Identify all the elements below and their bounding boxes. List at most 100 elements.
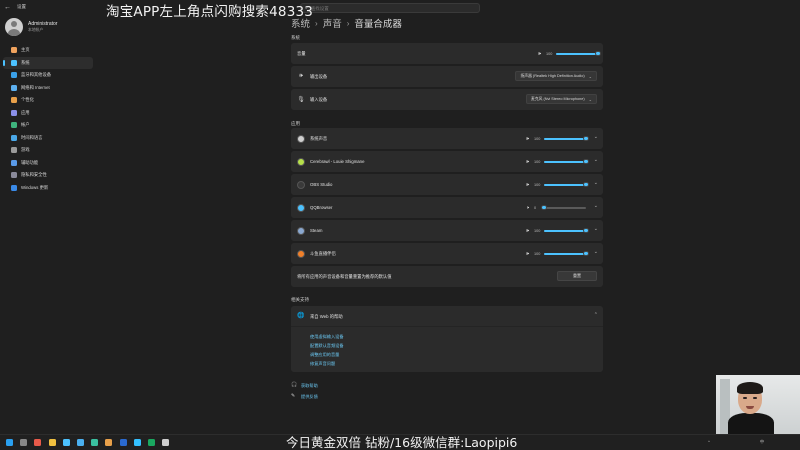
taskbar-app-icon[interactable] [20, 439, 28, 446]
help-link[interactable]: 调整应用的音量 [310, 352, 339, 358]
nav-icon [11, 147, 17, 154]
input-device-select[interactable]: 麦克风 (Nvi Stereo Microphone) ⌄ [526, 94, 597, 104]
app-volume-slider[interactable] [544, 135, 589, 142]
slider-thumb[interactable] [583, 227, 589, 234]
app-volume-slider[interactable] [541, 204, 586, 211]
sidebar-item-label: 主页 [21, 47, 30, 53]
speaker-muted-icon[interactable]: 🕨 [526, 205, 534, 211]
input-device-value: 麦克风 (Nvi Stereo Microphone) [531, 96, 585, 101]
web-help-title: 来自 Web 的帮助 [310, 314, 343, 319]
taskbar-app-icon[interactable] [119, 439, 127, 446]
breadcrumb-sound[interactable]: 声音 [323, 16, 342, 30]
reset-button[interactable]: 重置 [557, 271, 597, 281]
sidebar-item-label: 个性化 [21, 97, 34, 103]
nav-icon [11, 184, 17, 191]
breadcrumb-system[interactable]: 系统 [291, 16, 310, 30]
help-link[interactable]: 修复声音问题 [310, 361, 335, 367]
stream-overlay-top: 淘宝APP左上角点闪购搜索48333 [106, 4, 314, 20]
speaker-icon[interactable]: 🕪 [526, 182, 534, 188]
slider-thumb[interactable] [583, 158, 589, 165]
sidebar-item[interactable]: 个性化 [3, 94, 93, 107]
speaker-icon[interactable]: 🕪 [526, 136, 534, 142]
app-volume-slider[interactable] [544, 158, 589, 165]
sidebar-item[interactable]: 隐私和安全性 [3, 169, 93, 182]
sidebar-item-label: 辅助功能 [21, 159, 39, 165]
app-volume-slider[interactable] [544, 181, 589, 188]
app-volume-slider[interactable] [544, 227, 589, 234]
chevron-down-icon[interactable]: ⌄ [594, 249, 598, 255]
input-device-label: 输入设备 [310, 96, 328, 102]
app-volume-slider[interactable] [544, 250, 589, 257]
sidebar-item[interactable]: Windows 更新 [3, 182, 93, 195]
reset-row: 将所有应用的声音设备和音量重置为推荐的默认值 重置 [291, 266, 603, 287]
feedback-link[interactable]: 提供反馈 [301, 394, 318, 400]
taskbar-app-icon[interactable] [6, 439, 13, 446]
slider-thumb[interactable] [595, 50, 601, 57]
back-button[interactable]: ← [4, 4, 14, 11]
tray-overflow-icon[interactable]: ^ [708, 439, 710, 444]
sidebar-item[interactable]: 网络和 Internet [3, 82, 93, 95]
taskbar-app-icon[interactable] [148, 439, 155, 446]
chevron-down-icon[interactable]: ⌄ [594, 157, 598, 163]
slider-thumb[interactable] [583, 181, 589, 188]
slider-thumb[interactable] [541, 204, 547, 211]
taskbar-app-icon[interactable] [105, 439, 113, 446]
nav-icon [11, 172, 17, 179]
nav-icon [11, 134, 17, 141]
chevron-up-icon[interactable]: ⌃ [594, 312, 598, 318]
speaker-icon[interactable]: 🕪 [526, 159, 534, 165]
app-volume-row: 斗鱼直播伴侣 🕪 100 ⌄ [291, 243, 603, 264]
taskbar-app-icon[interactable] [91, 439, 99, 446]
speaker-icon[interactable]: 🕪 [526, 251, 534, 257]
sidebar-item[interactable]: 蓝牙和其他设备 [3, 69, 93, 82]
breadcrumb-separator: › [315, 18, 318, 28]
web-help-header[interactable]: 🌐 来自 Web 的帮助 ⌃ [291, 306, 603, 327]
search-input[interactable] [310, 5, 479, 11]
taskbar-app-icon[interactable] [34, 439, 42, 446]
sidebar-item[interactable]: 时间和语言 [3, 132, 93, 145]
slider-fill [544, 252, 586, 255]
help-link[interactable]: 使用虚拟输入设备 [310, 334, 344, 340]
sidebar-item[interactable]: 主页 [3, 44, 93, 57]
output-device-select[interactable]: 扬声器 (Realtek High Definition Audio) ⌄ [515, 71, 597, 81]
slider-thumb[interactable] [583, 250, 589, 257]
taskbar-app-icon[interactable] [162, 439, 170, 446]
speaker-icon[interactable]: 🕪 [538, 51, 546, 57]
input-device-row: 🎙 输入设备 麦克风 (Nvi Stereo Microphone) ⌄ [291, 89, 603, 110]
get-help-link[interactable]: 获取帮助 [301, 383, 318, 389]
search-box[interactable]: ⌕ [300, 3, 480, 13]
master-volume-label: 音量 [297, 50, 306, 56]
user-profile[interactable]: Administrator 本地帐户 [5, 18, 96, 36]
sidebar-nav: 主页系统 蓝牙和其他设备 网络和 Internet 个性化应用 帐户 时间和语言 游戏辅助功… [0, 44, 96, 194]
taskbar-app-icon[interactable] [77, 439, 84, 446]
master-volume-slider[interactable] [556, 50, 601, 57]
chevron-down-icon[interactable]: ⌄ [594, 134, 598, 140]
nav-icon [11, 47, 17, 54]
app-title: 设置 [17, 4, 26, 9]
app-icon [297, 203, 305, 212]
app-volume-row: Steam 🕪 100 ⌄ [291, 220, 603, 241]
chevron-down-icon[interactable]: ⌄ [594, 203, 598, 209]
chevron-down-icon[interactable]: ⌄ [594, 226, 598, 232]
chevron-down-icon[interactable]: ⌄ [594, 180, 598, 186]
app-volume-control: 🕪 100 [526, 151, 589, 172]
help-link[interactable]: 配置默认音频设备 [310, 343, 344, 349]
speaker-icon[interactable]: 🕪 [526, 228, 534, 234]
webcam-overlay [716, 375, 800, 434]
apps-section-label: 应用 [291, 121, 300, 126]
sidebar-item[interactable]: 游戏 [3, 144, 93, 157]
stream-overlay-bottom: 今日黄金双倍 钻粉/16级微信群:Laopipi6 [286, 435, 518, 450]
globe-icon: 🌐 [297, 313, 305, 319]
taskbar-app-icon[interactable] [133, 439, 141, 446]
taskbar-app-icon[interactable] [48, 439, 56, 446]
slider-thumb[interactable] [583, 135, 589, 142]
taskbar-app-icon[interactable] [62, 439, 70, 446]
app-icon [297, 226, 305, 235]
sidebar-item[interactable]: 辅助功能 [3, 157, 93, 170]
sidebar-item[interactable]: 系统 [3, 56, 93, 69]
sidebar-item[interactable]: 应用 [3, 107, 93, 120]
nav-icon [11, 97, 17, 104]
input-language[interactable]: 中 [760, 439, 764, 445]
sidebar-item[interactable]: 帐户 [3, 119, 93, 132]
app-volume-row: 系统声音 🕪 100 ⌄ [291, 128, 603, 149]
